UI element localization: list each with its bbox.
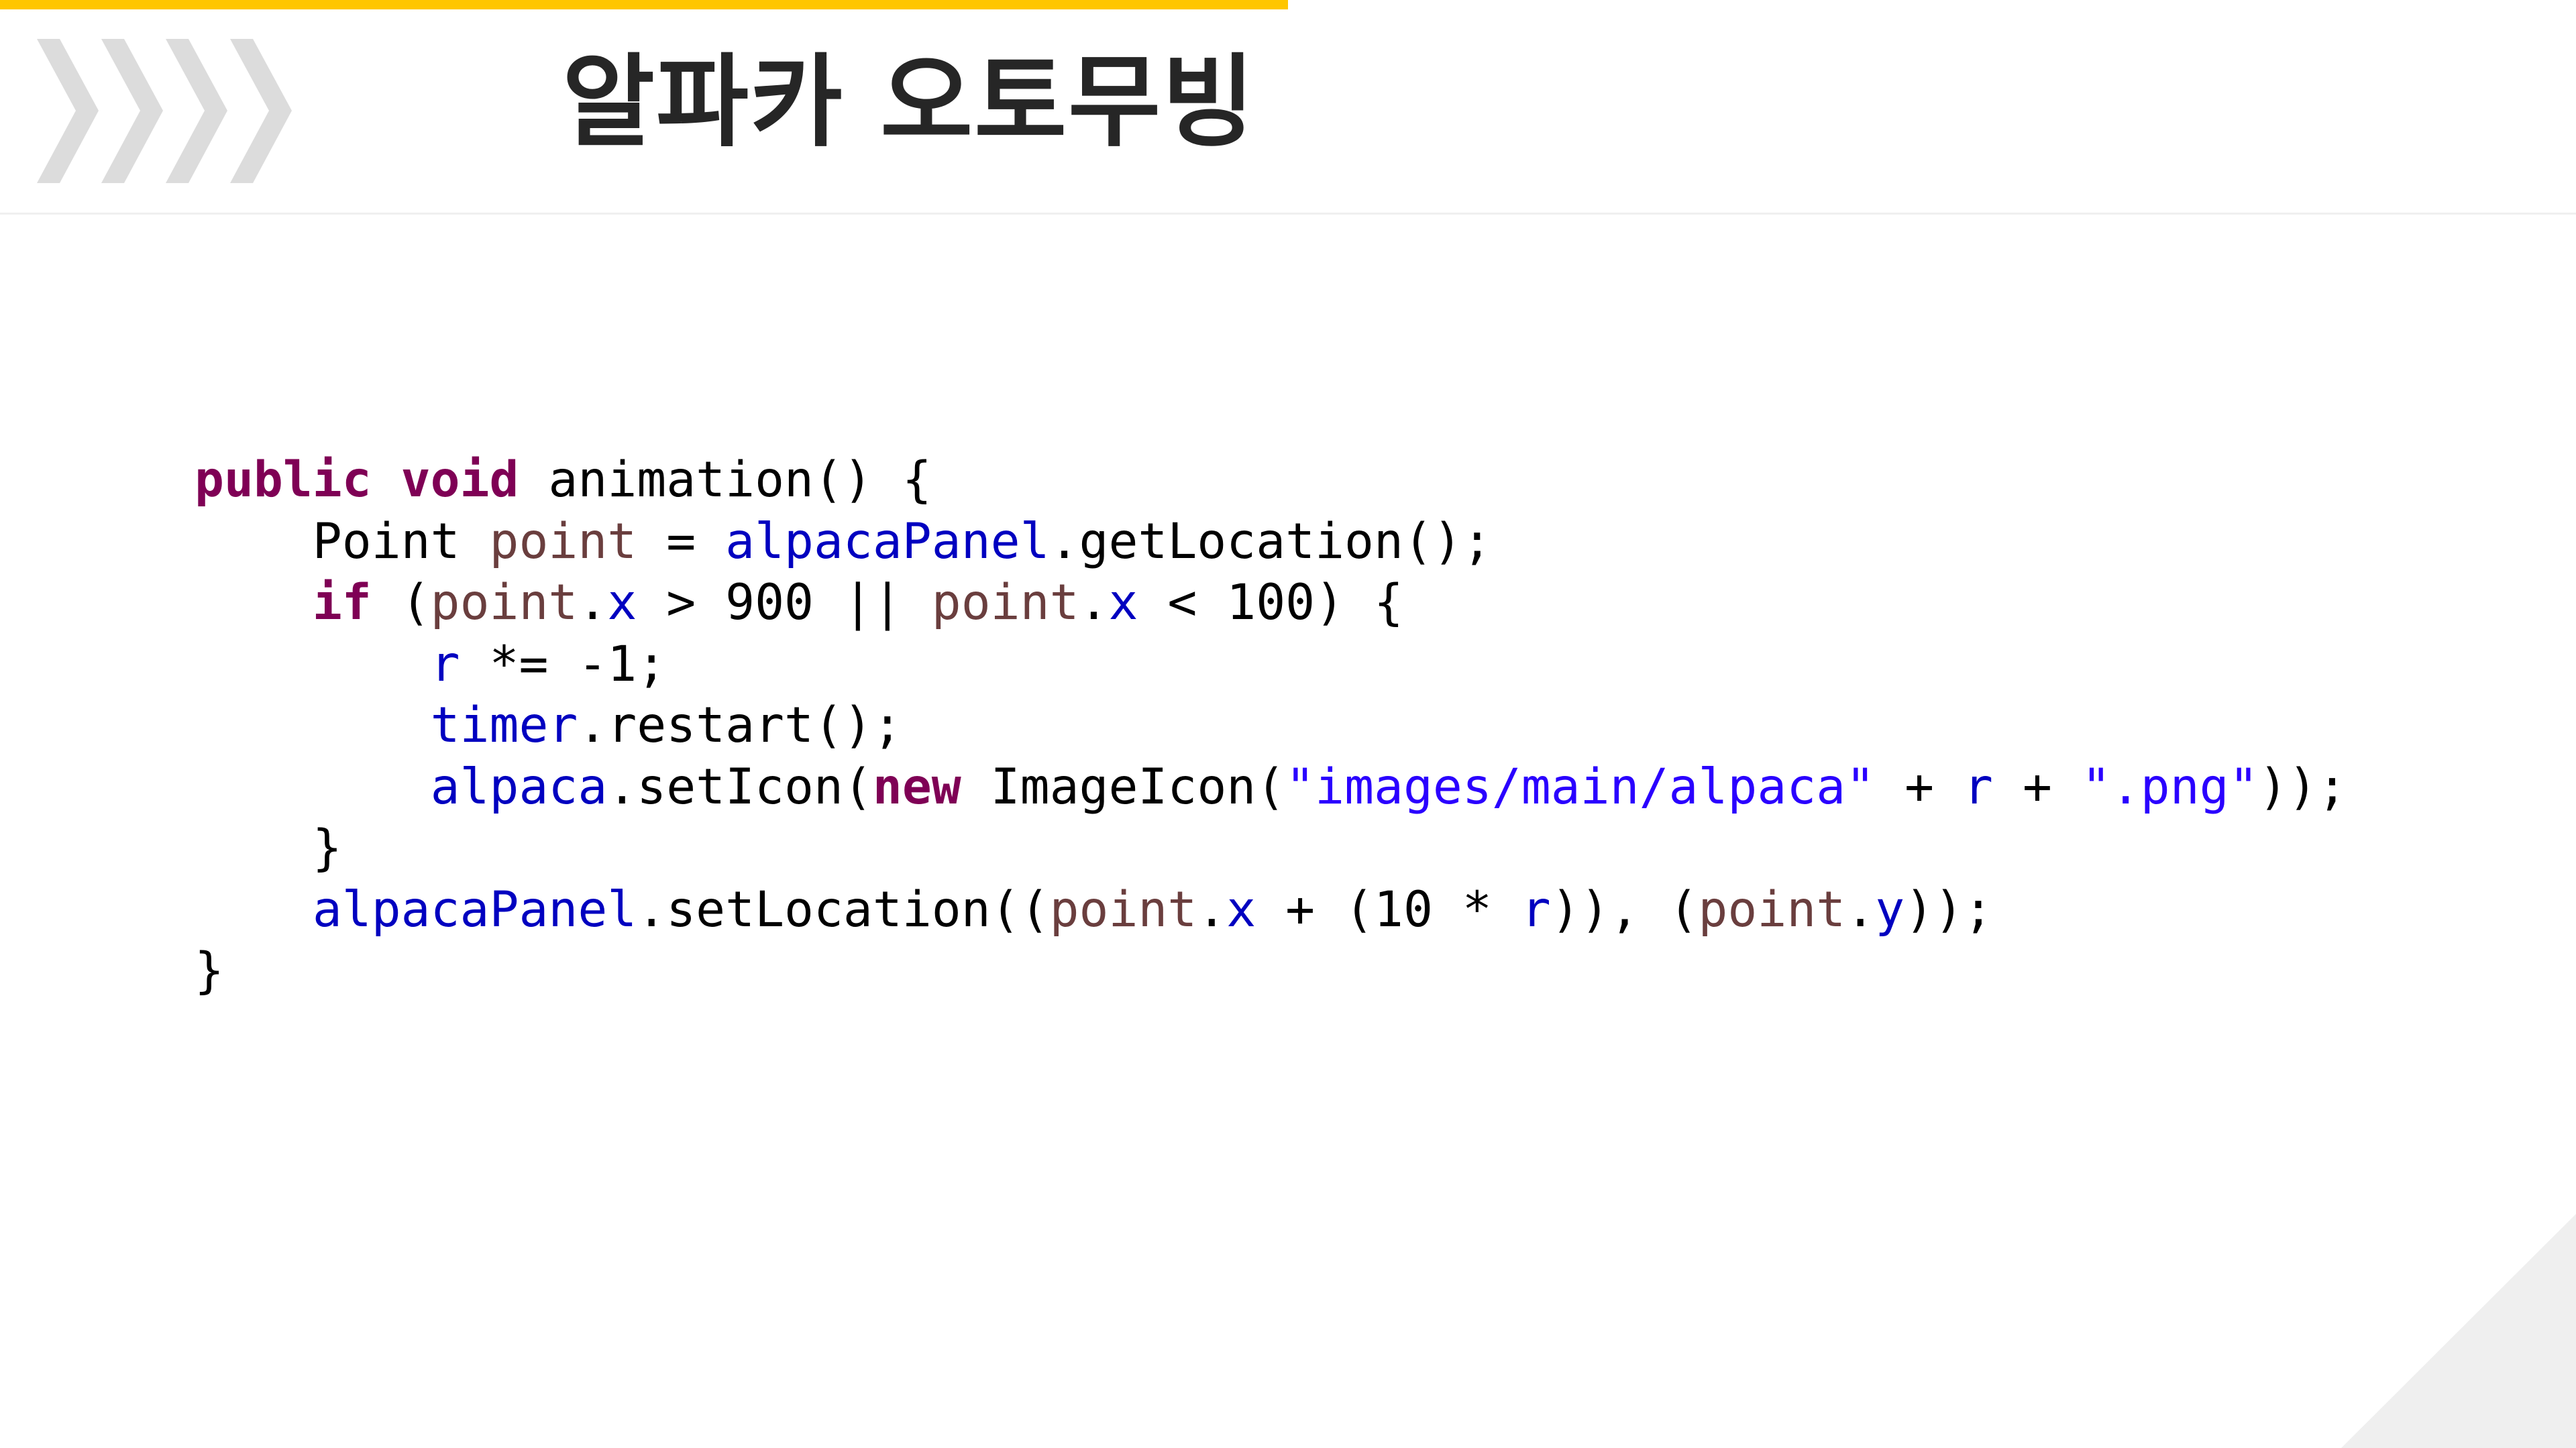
code-line: } bbox=[195, 940, 2347, 1002]
code-token: animation() { bbox=[519, 451, 932, 508]
code-token: ( bbox=[371, 574, 431, 631]
code-token: alpacaPanel bbox=[725, 512, 1050, 570]
code-line: } bbox=[195, 818, 2347, 879]
code-line: alpaca.setIcon(new ImageIcon("images/mai… bbox=[195, 757, 2347, 818]
code-token: x bbox=[1226, 881, 1256, 938]
code-token: . bbox=[578, 574, 608, 631]
code-token: r bbox=[430, 635, 460, 693]
code-line: alpacaPanel.setLocation((point.x + (10 *… bbox=[195, 879, 2347, 941]
code-token: point bbox=[1049, 881, 1197, 938]
code-token: . bbox=[1079, 574, 1109, 631]
code-token: )); bbox=[1904, 881, 1993, 938]
code-token: .setLocation(( bbox=[637, 881, 1050, 938]
code-token: = bbox=[637, 512, 726, 570]
code-token: .getLocation(); bbox=[1049, 512, 1492, 570]
code-token: } bbox=[195, 942, 224, 999]
code-token: } bbox=[195, 820, 342, 877]
code-token: ImageIcon( bbox=[961, 758, 1286, 816]
code-token: void bbox=[400, 451, 519, 508]
code-token: r bbox=[1521, 881, 1551, 938]
corner-triangle bbox=[2341, 1214, 2576, 1448]
code-token: "images/main/alpaca" bbox=[1285, 758, 1876, 816]
code-token: )), ( bbox=[1550, 881, 1699, 938]
accent-bar bbox=[0, 0, 1288, 9]
code-token: . bbox=[1845, 881, 1876, 938]
code-token: r bbox=[1964, 758, 1993, 816]
code-token: .restart(); bbox=[578, 697, 902, 754]
code-token: x bbox=[1108, 574, 1138, 631]
slide: 알파카 오토무빙 public void animation() { Point… bbox=[0, 0, 2576, 1448]
code-line: Point point = alpacaPanel.getLocation(); bbox=[195, 511, 2347, 573]
code-line: public void animation() { bbox=[195, 449, 2347, 511]
code-token: )); bbox=[2258, 758, 2347, 816]
code-block: public void animation() { Point point = … bbox=[195, 449, 2347, 1002]
code-token: . bbox=[1197, 881, 1227, 938]
code-token: point bbox=[489, 512, 637, 570]
code-token: alpaca bbox=[430, 758, 608, 816]
code-token: point bbox=[430, 574, 578, 631]
code-token: + bbox=[1993, 758, 2082, 816]
chevrons-right-icon bbox=[37, 39, 292, 183]
code-token: x bbox=[607, 574, 637, 631]
code-token: point bbox=[931, 574, 1079, 631]
code-token: ".png" bbox=[2081, 758, 2259, 816]
slide-title: 알파카 오토무빙 bbox=[562, 44, 1256, 161]
code-token: y bbox=[1875, 881, 1905, 938]
code-token: Point bbox=[195, 512, 490, 570]
code-token: public bbox=[195, 451, 372, 508]
code-token: new bbox=[872, 758, 961, 816]
code-line: if (point.x > 900 || point.x < 100) { bbox=[195, 572, 2347, 634]
code-token: < 100) { bbox=[1138, 574, 1403, 631]
code-token: + bbox=[1875, 758, 1964, 816]
code-token: > 900 || bbox=[637, 574, 932, 631]
code-line: timer.restart(); bbox=[195, 695, 2347, 757]
code-token: timer bbox=[430, 697, 578, 754]
header-divider bbox=[0, 213, 2576, 215]
code-line: r *= -1; bbox=[195, 634, 2347, 695]
code-token: if bbox=[312, 574, 372, 631]
code-token: .setIcon( bbox=[607, 758, 873, 816]
code-token: + (10 * bbox=[1256, 881, 1521, 938]
code-token: *= -1; bbox=[460, 635, 667, 693]
code-token: alpacaPanel bbox=[312, 881, 637, 938]
code-token: point bbox=[1698, 881, 1846, 938]
